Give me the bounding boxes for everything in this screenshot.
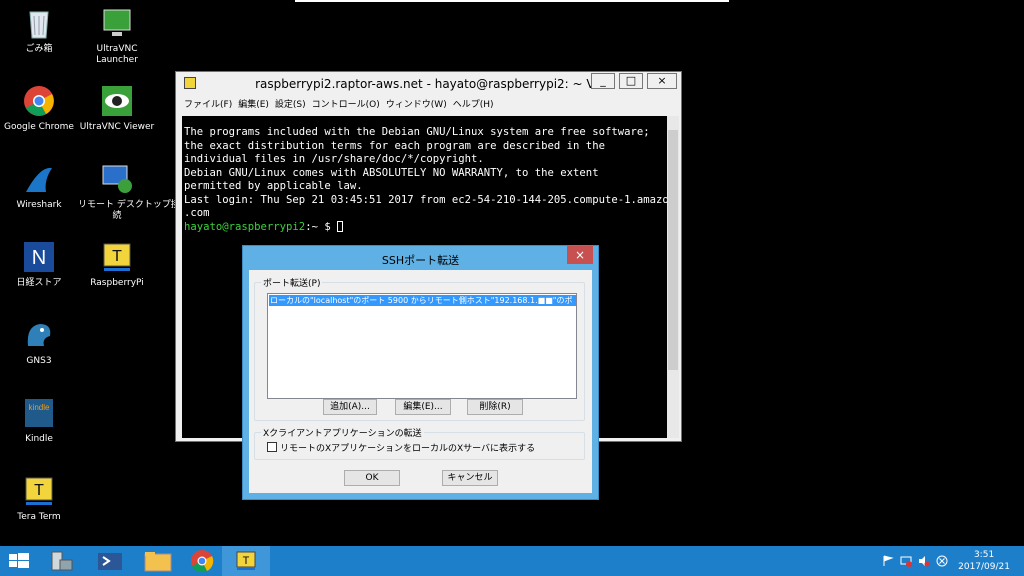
svg-text:T: T <box>34 482 44 499</box>
desktop-icon-wireshark[interactable]: Wireshark <box>0 162 78 211</box>
x-forward-group: Xクライアントアプリケーションの転送 リモートのXアプリケーションをローカルのX… <box>254 426 585 460</box>
teraterm-icon: T <box>100 240 134 274</box>
teraterm-icon: T <box>236 551 256 570</box>
port-forward-list-item[interactable]: ローカルの"localhost"のポート 5900 からリモート側ホスト"192… <box>269 295 576 306</box>
wireshark-icon <box>22 162 56 196</box>
dialog-titlebar[interactable]: SSHポート転送 × <box>243 246 598 270</box>
port-forward-group-label: ポート転送(P) <box>261 276 323 289</box>
minimize-button[interactable]: _ <box>591 73 615 89</box>
desktop-icon-recycle-bin[interactable]: ごみ箱 <box>0 6 78 55</box>
dialog-body: ポート転送(P) ローカルの"localhost"のポート 5900 からリモー… <box>249 270 592 493</box>
menu-settings[interactable]: 設定(S) <box>275 97 306 110</box>
network-icon[interactable] <box>900 555 912 567</box>
clock-date: 2017/09/21 <box>958 562 1010 572</box>
terminal-line: The programs included with the Debian GN… <box>184 126 650 138</box>
terminal-line: the exact distribution terms for each pr… <box>184 139 605 152</box>
top-window-edge <box>295 0 729 2</box>
taskbar: T 3:51 2017/09/21 <box>0 546 1024 576</box>
ssh-port-forward-dialog[interactable]: SSHポート転送 × ポート転送(P) ローカルの"localhost"のポート… <box>242 245 599 500</box>
taskbar-chrome[interactable] <box>178 546 226 576</box>
terminal-prompt: hayato@raspberrypi2:~ $ <box>184 220 669 235</box>
cancel-button[interactable]: キャンセル <box>442 470 498 486</box>
x-forward-checkbox[interactable] <box>267 442 277 452</box>
desktop-icon-ultravnc-viewer[interactable]: UltraVNC Viewer <box>78 84 156 133</box>
taskbar-teraterm[interactable]: T <box>222 546 270 576</box>
menu-window[interactable]: ウィンドウ(W) <box>386 97 447 110</box>
taskbar-clock[interactable]: 3:51 2017/09/21 <box>958 549 1010 573</box>
menu-edit[interactable]: 編集(E) <box>238 97 269 110</box>
ok-button[interactable]: OK <box>344 470 400 486</box>
flag-icon[interactable] <box>882 555 894 567</box>
dialog-close-button[interactable]: × <box>567 246 593 264</box>
terminal-cursor <box>337 220 344 232</box>
teraterm-icon: T <box>22 474 56 508</box>
desktop-icon-kindle[interactable]: kindle Kindle <box>0 396 78 445</box>
maximize-button[interactable]: □ <box>619 73 643 89</box>
desktop-icon-remote-desktop[interactable]: リモート デスクトップ接 続 <box>78 162 180 222</box>
svg-text:N: N <box>32 247 46 269</box>
ultravnc-viewer-icon <box>100 84 134 118</box>
menu-help[interactable]: ヘルプ(H) <box>453 97 494 110</box>
port-forward-list[interactable]: ローカルの"localhost"のポート 5900 からリモート側ホスト"192… <box>267 293 577 399</box>
desktop-icon-raspberrypi[interactable]: T RaspberryPi <box>78 240 156 289</box>
delete-button[interactable]: 削除(R) <box>467 399 523 415</box>
clock-time: 3:51 <box>973 550 995 560</box>
add-button[interactable]: 追加(A)... <box>323 399 377 415</box>
svg-text:kindle: kindle <box>29 403 50 412</box>
stop-icon[interactable] <box>936 555 948 567</box>
taskbar-powershell[interactable] <box>86 546 134 576</box>
edit-button[interactable]: 編集(E)... <box>395 399 451 415</box>
dialog-title: SSHポート転送 <box>381 254 460 267</box>
terminal-scrollbar[interactable] <box>667 116 679 438</box>
desktop-icon-nikkei-store[interactable]: N 日経ストア <box>0 240 78 289</box>
desktop-icon-teraterm[interactable]: T Tera Term <box>0 474 78 523</box>
menu-control[interactable]: コントロール(O) <box>312 97 380 110</box>
terminal-line: individual files in /usr/share/doc/*/cop… <box>184 153 484 165</box>
gns3-icon <box>22 318 56 352</box>
x-forward-checkbox-label[interactable]: リモートのXアプリケーションをローカルのXサーバに表示する <box>280 441 535 454</box>
terminal-line: Last login: Thu Sep 21 03:45:51 2017 fro… <box>184 193 669 206</box>
terminal-line: Debian GNU/Linux comes with ABSOLUTELY N… <box>184 166 599 179</box>
menu-file[interactable]: ファイル(F) <box>184 97 232 110</box>
taskbar-server-manager[interactable] <box>38 546 86 576</box>
remote-desktop-icon <box>100 162 134 196</box>
prompt-user: hayato@raspberrypi2 <box>184 220 306 233</box>
desktop-icon-chrome[interactable]: Google Chrome <box>0 84 78 133</box>
desktop-icon-gns3[interactable]: GNS3 <box>0 318 78 367</box>
powershell-icon <box>98 553 122 570</box>
desktop-icon-ultravnc-launcher[interactable]: UltraVNC Launcher <box>78 6 156 66</box>
nikkei-store-icon: N <box>22 240 56 274</box>
folder-icon <box>144 552 172 572</box>
svg-text:T: T <box>243 555 250 567</box>
taskbar-explorer[interactable] <box>134 546 182 576</box>
terminal-menubar: ファイル(F) 編集(E) 設定(S) コントロール(O) ウィンドウ(W) ヘ… <box>176 94 681 112</box>
close-button[interactable]: × <box>647 73 677 89</box>
recycle-bin-icon <box>22 6 56 40</box>
svg-text:T: T <box>112 248 122 265</box>
scrollbar-thumb[interactable] <box>668 130 678 370</box>
terminal-line: .com <box>184 207 210 219</box>
kindle-icon: kindle <box>22 396 56 430</box>
terminal-titlebar[interactable]: raspberrypi2.raptor-aws.net - hayato@ras… <box>176 72 681 94</box>
terminal-line: permitted by applicable law. <box>184 180 363 192</box>
x-forward-group-label: Xクライアントアプリケーションの転送 <box>261 426 424 439</box>
server-manager-icon <box>51 551 73 571</box>
prompt-rest: :~ $ <box>305 220 338 233</box>
chrome-icon <box>191 550 214 573</box>
ultravnc-launcher-icon <box>100 6 134 40</box>
chrome-icon <box>22 84 56 118</box>
volume-muted-icon[interactable] <box>918 555 930 567</box>
